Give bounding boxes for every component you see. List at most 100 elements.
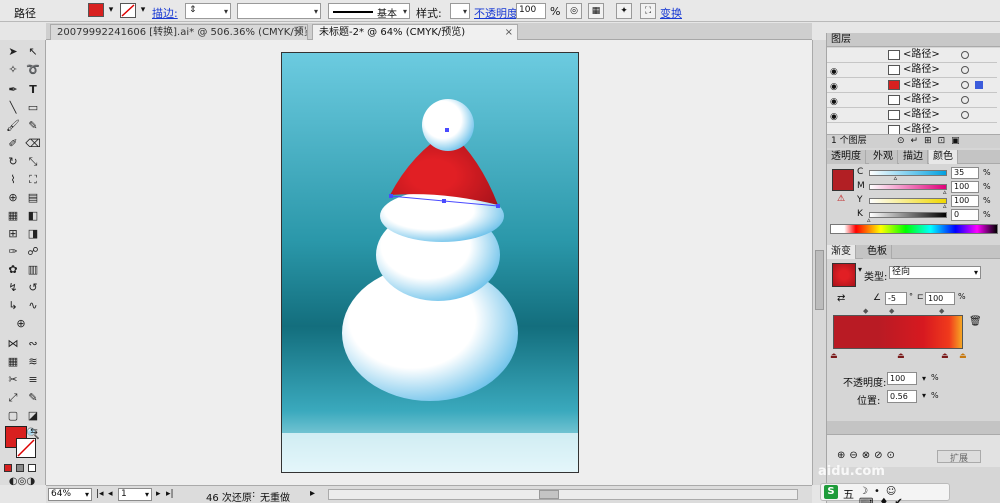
cyan-value[interactable]: 35 bbox=[951, 167, 979, 179]
opacity-link[interactable]: 不透明度: bbox=[474, 5, 522, 21]
recolor-icon[interactable]: ◎ bbox=[566, 3, 582, 19]
column-graph-icon[interactable]: ▦ bbox=[4, 354, 22, 370]
graph-tool-icon[interactable]: ▥ bbox=[24, 262, 42, 278]
blend-tool-icon[interactable]: ☍ bbox=[24, 244, 42, 260]
paintbrush-tool-icon[interactable]: 🖌 bbox=[4, 118, 22, 134]
magenta-bar[interactable]: ▵ bbox=[869, 184, 947, 196]
shape-builder-tool-icon[interactable]: ⊕ bbox=[4, 190, 22, 206]
drawing-mode-icon[interactable]: ◐◎◑ bbox=[2, 474, 42, 490]
free-transform-tool-icon[interactable]: ⛶ bbox=[24, 172, 42, 188]
yellow-bar[interactable]: ▵ bbox=[869, 198, 947, 210]
anchor-point[interactable] bbox=[442, 199, 446, 203]
fill-color-swatch[interactable] bbox=[832, 169, 854, 191]
close-icon[interactable]: × bbox=[505, 25, 513, 40]
gradient-stop-icon[interactable]: ⏏ bbox=[941, 351, 949, 360]
zoom-select[interactable]: 64% ▾ bbox=[48, 488, 92, 501]
symbol-sprayer-tool-icon[interactable]: ✿ bbox=[4, 262, 22, 278]
scrollbar-thumb[interactable] bbox=[539, 490, 559, 499]
target-icon[interactable] bbox=[961, 51, 969, 59]
pencil-curve-icon[interactable]: ↺ bbox=[24, 280, 42, 296]
layer-row[interactable]: <路径> bbox=[827, 48, 997, 63]
snowman-illustration[interactable] bbox=[282, 53, 579, 473]
opacity-input[interactable]: 100 bbox=[516, 3, 546, 19]
slider-thumb-icon[interactable]: ▵ bbox=[867, 216, 871, 224]
measure-tool-icon[interactable]: ⤢ bbox=[4, 390, 22, 406]
visibility-icon[interactable]: ◉ bbox=[830, 95, 838, 109]
stroke-swatch[interactable] bbox=[120, 3, 136, 18]
stroke-link[interactable]: 描边: bbox=[152, 5, 178, 21]
cyan-slider[interactable]: C ▵ 35% bbox=[857, 167, 997, 182]
tab-color[interactable]: 颜色 bbox=[929, 150, 958, 164]
reverse-gradient-icon[interactable]: ⇄ bbox=[837, 293, 845, 304]
color-mode-icon[interactable] bbox=[4, 464, 12, 472]
rectangle-tool-icon[interactable]: ▭ bbox=[24, 100, 42, 116]
magenta-value[interactable]: 100 bbox=[951, 181, 979, 193]
width-tool-icon[interactable]: ⋈ bbox=[4, 336, 22, 352]
transform-link[interactable]: 变换 bbox=[660, 5, 682, 21]
status-menu-icon[interactable]: ▸ bbox=[310, 488, 315, 499]
gradient-opacity-input[interactable]: 100 bbox=[887, 372, 917, 385]
fill-swatch[interactable] bbox=[88, 3, 104, 17]
gradient-location-input[interactable]: 0.56 bbox=[887, 390, 917, 403]
pencil-tool-icon[interactable]: ✎ bbox=[24, 118, 42, 134]
chevron-down-icon[interactable]: ▾ bbox=[858, 265, 862, 274]
horizontal-scrollbar[interactable] bbox=[328, 489, 798, 500]
gradient-tool-icon[interactable]: ◧ bbox=[24, 208, 42, 224]
visibility-icon[interactable]: ◉ bbox=[830, 65, 838, 79]
target-icon[interactable] bbox=[961, 96, 969, 104]
page-select[interactable]: 1 ▾ bbox=[118, 488, 152, 501]
hat-pompom[interactable] bbox=[422, 99, 474, 151]
fill-dropdown-icon[interactable]: ▾ bbox=[106, 3, 116, 19]
slice-alt-icon[interactable]: ◪ bbox=[24, 408, 42, 424]
swap-colors-icon[interactable]: ⇆ bbox=[28, 424, 40, 440]
align-icon[interactable]: ▦ bbox=[588, 3, 604, 19]
layers-footer-icons[interactable]: ⊙↵⊞⊡▣ bbox=[897, 135, 966, 148]
pen-anchor-icon[interactable]: ↯ bbox=[4, 280, 22, 296]
angle-input[interactable]: -5 bbox=[885, 292, 907, 305]
first-page-icon[interactable]: |◂ bbox=[96, 489, 104, 499]
layer-row[interactable]: ◉ <路径> bbox=[827, 63, 997, 78]
scissors-tool-icon[interactable]: ✂ bbox=[4, 372, 22, 388]
tab-gradient[interactable]: 渐变 bbox=[827, 245, 856, 259]
scrollbar-thumb[interactable] bbox=[815, 250, 824, 310]
close-icon[interactable]: × bbox=[295, 25, 303, 40]
target-icon[interactable] bbox=[961, 111, 969, 119]
stroke-color-box[interactable] bbox=[16, 438, 36, 458]
pen-tool-icon[interactable]: ✒ bbox=[4, 82, 22, 98]
ime-tool-icons[interactable]: ☽•☺⌨♦✔ bbox=[859, 486, 949, 503]
mesh-tool-icon[interactable]: ⊞ bbox=[4, 226, 22, 242]
transform-icon[interactable]: ⛶ bbox=[640, 3, 656, 19]
stroke-weight-select[interactable]: ⇕ ▾ bbox=[185, 3, 231, 19]
tab-transparency[interactable]: 透明度 bbox=[827, 150, 866, 164]
isolate-icon[interactable]: ✦ bbox=[616, 3, 632, 19]
eyedropper-tool-icon[interactable]: ✑ bbox=[4, 244, 22, 260]
perspective-tool-icon[interactable]: ▦ bbox=[4, 208, 22, 224]
anchor-point[interactable] bbox=[445, 128, 449, 132]
magic-wand-tool-icon[interactable]: ✧ bbox=[4, 62, 22, 78]
tab-stroke[interactable]: 描边 bbox=[899, 150, 928, 164]
blob-brush-tool-icon[interactable]: ✐ bbox=[4, 136, 22, 152]
rotate-tool-icon[interactable]: ↻ bbox=[4, 154, 22, 170]
gradient-ramp[interactable] bbox=[833, 315, 963, 349]
warp-tool-icon[interactable]: ⌇ bbox=[4, 172, 22, 188]
color-spectrum[interactable] bbox=[830, 224, 998, 234]
anchor-point[interactable] bbox=[496, 204, 500, 208]
artboard-target-icon[interactable]: ⊕ bbox=[12, 316, 30, 332]
yellow-value[interactable]: 100 bbox=[951, 195, 979, 207]
smooth-tool-icon[interactable]: ∿ bbox=[24, 298, 42, 314]
slice-tool-icon[interactable]: ≋ bbox=[24, 354, 42, 370]
gradient-type-select[interactable]: 径向 ▾ bbox=[889, 266, 981, 279]
eraser-tool-icon[interactable]: ⌫ bbox=[24, 136, 42, 152]
vertical-scrollbar[interactable] bbox=[812, 40, 826, 485]
target-icon[interactable] bbox=[961, 66, 969, 74]
gradient-mode-icon[interactable] bbox=[16, 464, 24, 472]
gradient-alt-icon[interactable]: ◨ bbox=[24, 226, 42, 242]
ime-mode[interactable]: 五 bbox=[843, 486, 854, 502]
stroke-dropdown-icon[interactable]: ▾ bbox=[138, 3, 148, 19]
layer-row-selected[interactable]: ◉ <路径> bbox=[827, 78, 997, 93]
gradient-stop-icon[interactable]: ⏏ bbox=[897, 351, 905, 360]
last-page-icon[interactable]: ▸| bbox=[166, 489, 174, 499]
visibility-icon[interactable]: ◉ bbox=[830, 110, 838, 124]
chevron-down-icon[interactable]: ▾ bbox=[922, 391, 926, 400]
layer-row[interactable]: ◉ <路径> bbox=[827, 93, 997, 108]
